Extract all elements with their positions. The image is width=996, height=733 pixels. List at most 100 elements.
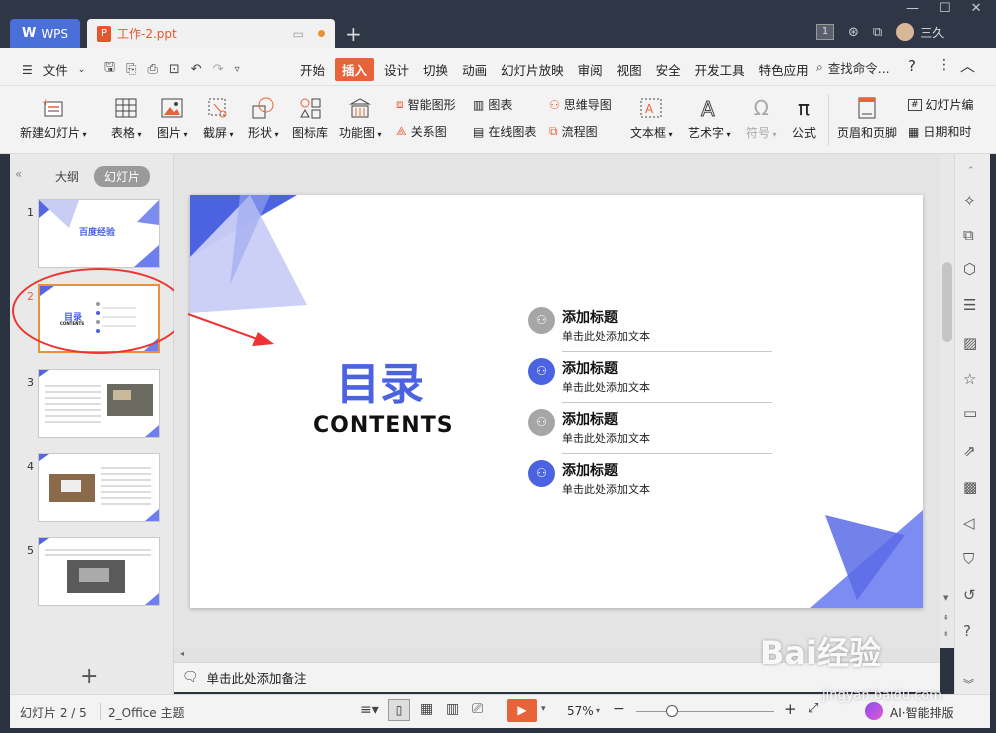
play-slideshow-button[interactable]: ▶ xyxy=(507,699,537,722)
toc-item-4[interactable]: ⚇ 添加标题 单击此处添加文本 xyxy=(528,460,778,500)
copy-icon[interactable]: ⧉ xyxy=(963,226,981,244)
tab-slides[interactable]: 幻灯片 xyxy=(94,166,151,187)
chart-button[interactable]: ▥ 图表 xyxy=(473,96,512,113)
tab-menu-7[interactable]: 视图 xyxy=(613,58,646,81)
tab-menu-2[interactable]: 设计 xyxy=(380,58,413,81)
image-gallery-icon[interactable]: ▨ xyxy=(963,334,981,352)
scroll-down-icon[interactable]: ▼ xyxy=(943,594,948,602)
add-slide-icon[interactable]: + xyxy=(80,664,98,689)
export-pdf-icon[interactable]: ⎘ xyxy=(126,62,136,77)
command-search[interactable]: ⌕ 查找命令... xyxy=(816,58,890,77)
tab-menu-5[interactable]: 幻灯片放映 xyxy=(497,58,568,81)
collapse-ribbon-icon[interactable]: ︿ xyxy=(960,55,975,76)
vertical-scrollbar[interactable]: ▼ ⇞ ⇟ xyxy=(940,154,954,648)
zoom-in-icon[interactable]: + xyxy=(784,700,797,718)
header-footer-button[interactable]: 页眉和页脚 xyxy=(837,96,897,141)
customize-icon[interactable]: ▿ xyxy=(235,64,240,75)
normal-view-icon[interactable]: ▯ xyxy=(388,699,410,721)
relation-button[interactable]: ⟁ 关系图 xyxy=(396,123,447,140)
help-icon[interactable]: ? xyxy=(908,57,916,75)
shape-button[interactable]: 形状 ▾ xyxy=(248,96,279,141)
tab-menu-0[interactable]: 开始 xyxy=(296,58,329,81)
minimize-icon[interactable]: — xyxy=(906,1,919,16)
tab-menu-6[interactable]: 审阅 xyxy=(574,58,607,81)
wordart-button[interactable]: A 艺术字 ▾ xyxy=(688,96,731,141)
close-icon[interactable]: ✕ xyxy=(971,1,982,16)
formula-button[interactable]: π 公式 xyxy=(792,96,816,141)
zoom-slider-track[interactable] xyxy=(636,711,774,712)
mindmap-button[interactable]: ⚇ 思维导图 xyxy=(549,96,612,113)
zoom-out-icon[interactable]: − xyxy=(613,701,625,717)
toc-item-3[interactable]: ⚇ 添加标题 单击此处添加文本 xyxy=(528,409,778,459)
page-badge-icon[interactable]: 1 xyxy=(816,24,834,40)
user-name[interactable]: 三久 xyxy=(920,24,944,41)
textbox-button[interactable]: A 文本框 ▾ xyxy=(630,96,673,141)
slide-thumbnail-1[interactable]: 百度经验 xyxy=(38,199,160,268)
table-button[interactable]: 表格 ▾ xyxy=(111,96,142,141)
toc-item-1[interactable]: ⚇ 添加标题 单击此处添加文本 xyxy=(528,307,778,357)
scroll-left-icon[interactable]: ◂ xyxy=(180,649,184,658)
camera-icon[interactable]: ⎚ xyxy=(472,701,483,717)
monitor-icon[interactable]: ▭ xyxy=(293,27,304,41)
chevron-up-icon[interactable]: ⌃ xyxy=(967,166,975,176)
play-options-icon[interactable]: ▾ xyxy=(541,704,546,714)
expand-down-icon[interactable]: ︾ xyxy=(963,676,981,694)
print-preview-icon[interactable]: ⊡ xyxy=(169,62,180,77)
new-tab-button[interactable]: + xyxy=(345,22,362,46)
more-icon[interactable]: ⋮ xyxy=(937,57,951,73)
speaker-icon[interactable]: ◁ xyxy=(963,514,981,532)
smart-shape-button[interactable]: ⧈ 智能图形 xyxy=(396,96,456,113)
sync-icon[interactable]: ⊛ xyxy=(848,25,859,40)
slide-number-button[interactable]: # 幻灯片编 xyxy=(908,96,974,113)
slide-subtitle[interactable]: CONTENTS xyxy=(313,413,454,438)
tab-menu-1[interactable]: 插入 xyxy=(335,58,375,81)
align-menu-icon[interactable]: ≡▾ xyxy=(360,702,379,718)
shape-style-icon[interactable]: ⬡ xyxy=(963,260,981,278)
icon-library-button[interactable]: 图标库 xyxy=(292,96,328,141)
screenshot-button[interactable]: 截屏 ▾ xyxy=(203,96,234,141)
question-icon[interactable]: ? xyxy=(963,622,981,640)
slide-thumbnail-5[interactable] xyxy=(38,537,160,606)
share-icon[interactable]: ⧉ xyxy=(873,25,882,40)
scroll-thumb[interactable] xyxy=(942,262,952,342)
page-down-icon[interactable]: ⇟ xyxy=(943,630,949,638)
collapse-panel-icon[interactable]: « xyxy=(15,167,22,181)
datetime-button[interactable]: ▦ 日期和时 xyxy=(908,123,971,140)
maximize-icon[interactable]: ☐ xyxy=(939,1,951,16)
tab-menu-8[interactable]: 安全 xyxy=(652,58,685,81)
undo-icon[interactable]: ↶ xyxy=(191,62,202,77)
star-icon[interactable]: ☆ xyxy=(963,370,981,388)
tab-outline[interactable]: 大纲 xyxy=(55,168,79,185)
zoom-level[interactable]: 57% xyxy=(567,704,594,718)
tab-menu-10[interactable]: 特色应用 xyxy=(755,58,813,81)
redo-icon[interactable]: ↷ xyxy=(213,62,224,77)
tab-menu-9[interactable]: 开发工具 xyxy=(691,58,749,81)
history-icon[interactable]: ↺ xyxy=(963,586,981,604)
tab-menu-3[interactable]: 切换 xyxy=(419,58,452,81)
page-up-icon[interactable]: ⇞ xyxy=(943,614,949,622)
function-chart-button[interactable]: 功能图 ▾ xyxy=(339,96,382,141)
online-chart-button[interactable]: ▤ 在线图表 xyxy=(473,123,536,140)
zoom-menu-icon[interactable]: ▾ xyxy=(596,706,600,715)
symbol-button[interactable]: Ω 符号 ▾ xyxy=(746,96,777,141)
slide-thumbnail-3[interactable] xyxy=(38,369,160,438)
ai-layout-button[interactable]: AI·智能排版 xyxy=(890,704,954,721)
slide-2[interactable]: 目录 CONTENTS ⚇ 添加标题 单击此处添加文本 ⚇ 添加标题 单击此处添… xyxy=(190,195,923,608)
magic-icon[interactable]: ✧ xyxy=(963,192,981,210)
tab-menu-4[interactable]: 动画 xyxy=(458,58,491,81)
archive-icon[interactable]: ▭ xyxy=(963,404,981,422)
fit-window-icon[interactable]: ⤢ xyxy=(808,701,818,716)
picture-button[interactable]: 图片 ▾ xyxy=(157,96,188,141)
toc-item-2[interactable]: ⚇ 添加标题 单击此处添加文本 xyxy=(528,358,778,408)
slide-thumbnail-4[interactable] xyxy=(38,453,160,522)
theme-name[interactable]: 2_Office 主题 xyxy=(108,704,184,721)
adjust-icon[interactable]: ☰ xyxy=(963,296,981,314)
print-icon[interactable]: ⎙ xyxy=(147,62,157,77)
image-icon[interactable]: ▩ xyxy=(963,478,981,496)
reading-view-icon[interactable]: ▥ xyxy=(446,701,459,717)
share-out-icon[interactable]: ⇗ xyxy=(963,442,981,460)
document-tab[interactable]: P 工作-2.ppt ▭ xyxy=(87,19,335,48)
new-slide-button[interactable]: + 新建幻灯片 ▾ xyxy=(20,96,87,141)
shield-icon[interactable]: ⛉ xyxy=(963,550,981,568)
slide-title[interactable]: 目录 xyxy=(336,348,424,412)
